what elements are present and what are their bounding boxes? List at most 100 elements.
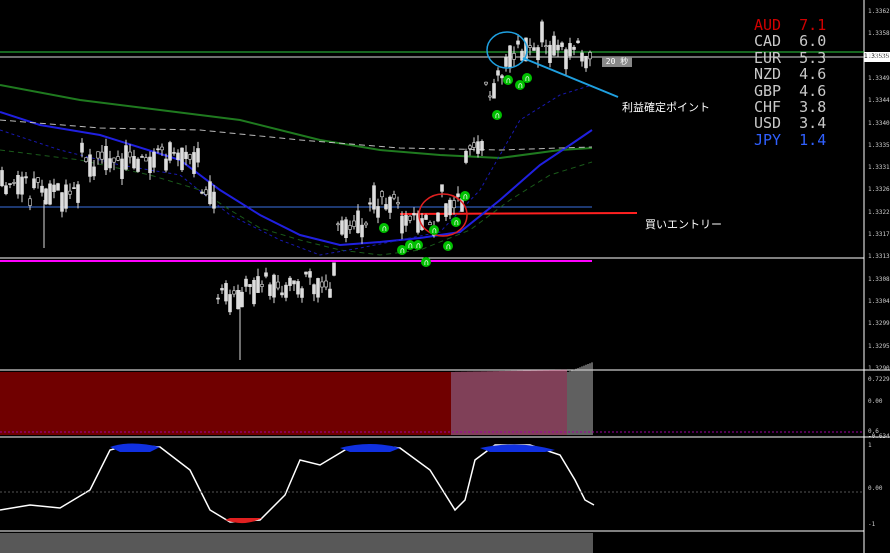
candle-body [424, 215, 428, 220]
candle-body [328, 288, 332, 298]
buy-signal-glyph: ∩ [416, 241, 422, 250]
sub-axis-tick: -0.6349 [868, 433, 890, 440]
candle-body [484, 81, 488, 85]
candle-body [472, 142, 476, 148]
candle-body [212, 191, 216, 209]
candle-body [392, 194, 396, 199]
price-tick: 1.33220 [868, 208, 890, 216]
strength-row-nzd: NZD 4.6 [754, 65, 827, 84]
strength-row-eur: EUR 5.3 [754, 48, 827, 67]
candle-body [232, 290, 236, 295]
oscillator-high-fill [110, 443, 160, 452]
candle-body [136, 158, 140, 172]
price-tick: 1.33400 [868, 119, 890, 127]
candle-body [40, 185, 44, 193]
candle-body [144, 157, 148, 162]
candle-body [248, 284, 252, 288]
buy-signal-glyph: ∩ [463, 192, 469, 201]
price-tick: 1.33625 [868, 8, 890, 15]
candle-body [24, 176, 28, 179]
candle-body [208, 181, 212, 205]
price-tick: 1.33445 [868, 97, 890, 105]
candle-body [16, 175, 20, 195]
candle-body [572, 46, 576, 50]
candle-body [192, 152, 196, 174]
candle-body [480, 141, 484, 151]
price-tick: 1.33310 [868, 164, 890, 172]
candle-body [204, 189, 208, 195]
candle-body [20, 176, 24, 195]
candle-body [224, 283, 228, 302]
ma-green [0, 84, 593, 160]
candle-body [244, 278, 248, 287]
candle-body [428, 222, 432, 226]
price-tick: 1.33265 [868, 186, 890, 194]
candle-body [456, 193, 460, 197]
candle-body [584, 55, 588, 69]
candle-body [508, 45, 512, 69]
candle-body [52, 184, 56, 192]
candle-body [336, 223, 340, 226]
candle-body [48, 183, 52, 205]
oscillator-high-fill [340, 444, 400, 452]
buy-signal-glyph: ∩ [382, 224, 388, 233]
buy-signal-glyph: ∩ [400, 246, 406, 255]
price-tick: 1.32995 [868, 320, 890, 328]
price-tick: 1.33130 [868, 253, 890, 261]
candle-body [360, 224, 364, 238]
candle-body [308, 271, 312, 278]
candle-body [536, 47, 540, 61]
candle-body [364, 222, 368, 226]
candle-body [92, 166, 96, 177]
candle-body [400, 215, 404, 234]
ma-blue [0, 111, 593, 247]
candle-body [464, 150, 468, 163]
buy-signal-glyph: ∩ [446, 242, 452, 251]
buy-signal-glyph: ∩ [525, 74, 531, 83]
candle-body [160, 146, 164, 151]
strength-row-usd: USD 3.4 [754, 114, 827, 133]
candle-body [180, 147, 184, 171]
candle-body [8, 183, 12, 185]
candle-body [148, 156, 152, 173]
candle-body [76, 184, 80, 203]
candle-body [12, 182, 16, 184]
strength-row-cad: CAD 6.0 [754, 32, 827, 51]
strength-row-chf: CHF 3.8 [754, 98, 827, 116]
candle-body [564, 49, 568, 70]
candle-body [444, 203, 448, 217]
candle-body [568, 43, 572, 57]
candle-body [116, 156, 120, 161]
candle-body [28, 198, 32, 206]
candle-body [128, 151, 132, 158]
candle-body [0, 170, 4, 187]
candle-body [276, 281, 280, 289]
candle-body [320, 281, 324, 288]
price-tick: 1.33085 [868, 275, 890, 283]
candle-body [404, 215, 408, 226]
candle-body [504, 56, 508, 67]
candle-body [68, 190, 72, 195]
candle-body [72, 187, 76, 189]
price-tick: 1.32905 [868, 364, 890, 372]
candle-body [292, 280, 296, 285]
sub-axis-tick: -1 [868, 521, 876, 528]
candle-body [348, 225, 352, 230]
candle-body [528, 45, 532, 48]
candle-body [448, 199, 452, 216]
candle-body [324, 280, 328, 288]
candle-body [120, 158, 124, 179]
buy-signal-glyph: ∩ [408, 241, 414, 250]
candle-body [580, 52, 584, 62]
candle-body [32, 178, 36, 189]
candle-body [56, 183, 60, 191]
price-tick: 1.33490 [868, 74, 890, 82]
candle-body [60, 192, 64, 212]
sub-axis-tick: 0.7229 [868, 376, 890, 383]
candle-body [352, 220, 356, 227]
candle-body [344, 219, 348, 238]
candle-body [468, 145, 472, 149]
candle-body [104, 146, 108, 171]
candle-body [200, 191, 204, 194]
candle-body [576, 40, 580, 44]
